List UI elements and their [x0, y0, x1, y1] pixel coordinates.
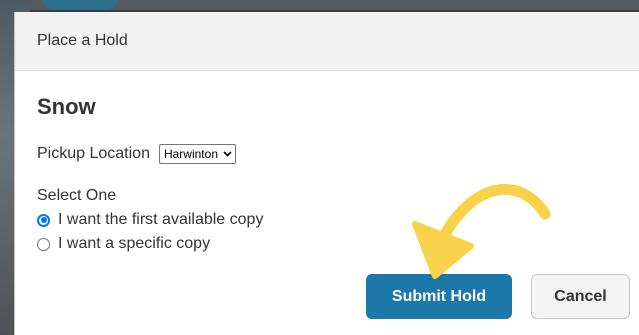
pickup-location-label: Pickup Location: [37, 145, 150, 162]
dialog-header: Place a Hold: [15, 12, 639, 71]
pickup-location-select[interactable]: Harwinton: [158, 144, 236, 164]
select-one-label: Select One: [37, 187, 117, 204]
backdrop-shape: [40, 0, 120, 10]
place-hold-dialog: Place a Hold Snow Pickup Location Harwin…: [14, 12, 639, 335]
option-label: I want the first available copy: [58, 211, 264, 228]
option-label: I want a specific copy: [58, 235, 211, 252]
submit-hold-button[interactable]: Submit Hold: [366, 274, 512, 319]
radio-specific-copy[interactable]: [37, 237, 50, 251]
dialog-body: Snow Pickup Location Harwinton Select On…: [15, 94, 639, 255]
dialog-title: Place a Hold: [37, 32, 128, 49]
pickup-location-row: Pickup Location Harwinton: [37, 144, 617, 164]
chevron-down-icon: [222, 149, 232, 159]
option-first-available[interactable]: I want the first available copy: [37, 209, 617, 231]
book-title: Snow: [37, 94, 96, 119]
cancel-button[interactable]: Cancel: [531, 274, 630, 319]
radio-first-available[interactable]: [37, 213, 50, 227]
option-specific-copy[interactable]: I want a specific copy: [37, 233, 617, 255]
pickup-location-value: Harwinton: [163, 147, 218, 161]
